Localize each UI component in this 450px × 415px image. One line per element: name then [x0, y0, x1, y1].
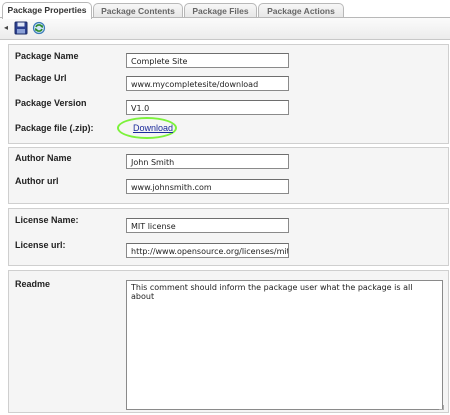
author-name-input[interactable]: John Smith	[126, 154, 289, 169]
readme-text: This comment should inform the package u…	[131, 283, 413, 301]
tab-package-files[interactable]: Package Files	[184, 3, 257, 18]
package-version-label: Package Version	[15, 98, 87, 108]
download-link[interactable]: Download	[133, 123, 173, 133]
author-url-input[interactable]: www.johnsmith.com	[126, 179, 289, 194]
license-name-label: License Name:	[15, 215, 79, 225]
resize-grip-icon[interactable]	[439, 405, 444, 410]
package-name-input[interactable]: Complete Site	[126, 53, 289, 68]
tab-package-actions[interactable]: Package Actions	[258, 3, 344, 18]
author-name-label: Author Name	[15, 153, 72, 163]
package-name-label: Package Name	[15, 51, 79, 61]
package-file-label: Package file (.zip):	[15, 123, 94, 133]
package-panel: Package Name Complete Site Package Url w…	[8, 44, 449, 144]
readme-panel: Readme This comment should inform the pa…	[8, 270, 449, 413]
package-version-input[interactable]: V1.0	[126, 100, 289, 115]
tab-package-properties[interactable]: Package Properties	[2, 2, 92, 19]
license-name-input[interactable]: MIT license	[126, 218, 289, 233]
toolbar: ◂	[0, 18, 450, 40]
save-icon[interactable]	[14, 21, 28, 35]
author-url-label: Author url	[15, 176, 59, 186]
author-panel: Author Name John Smith Author url www.jo…	[8, 147, 449, 204]
package-url-label: Package Url	[15, 73, 67, 83]
license-url-input[interactable]: http://www.opensource.org/licenses/mit	[126, 243, 289, 258]
package-url-input[interactable]: www.mycompletesite/download	[126, 76, 289, 91]
toolbar-grip-icon: ◂	[4, 23, 9, 32]
license-panel: License Name: MIT license License url: h…	[8, 208, 449, 266]
readme-textarea[interactable]: This comment should inform the package u…	[126, 280, 443, 410]
refresh-icon[interactable]	[32, 21, 46, 35]
tab-strip: Package Properties Package Contents Pack…	[0, 0, 450, 19]
license-url-label: License url:	[15, 240, 66, 250]
readme-label: Readme	[15, 279, 51, 289]
tab-package-contents[interactable]: Package Contents	[93, 3, 183, 18]
